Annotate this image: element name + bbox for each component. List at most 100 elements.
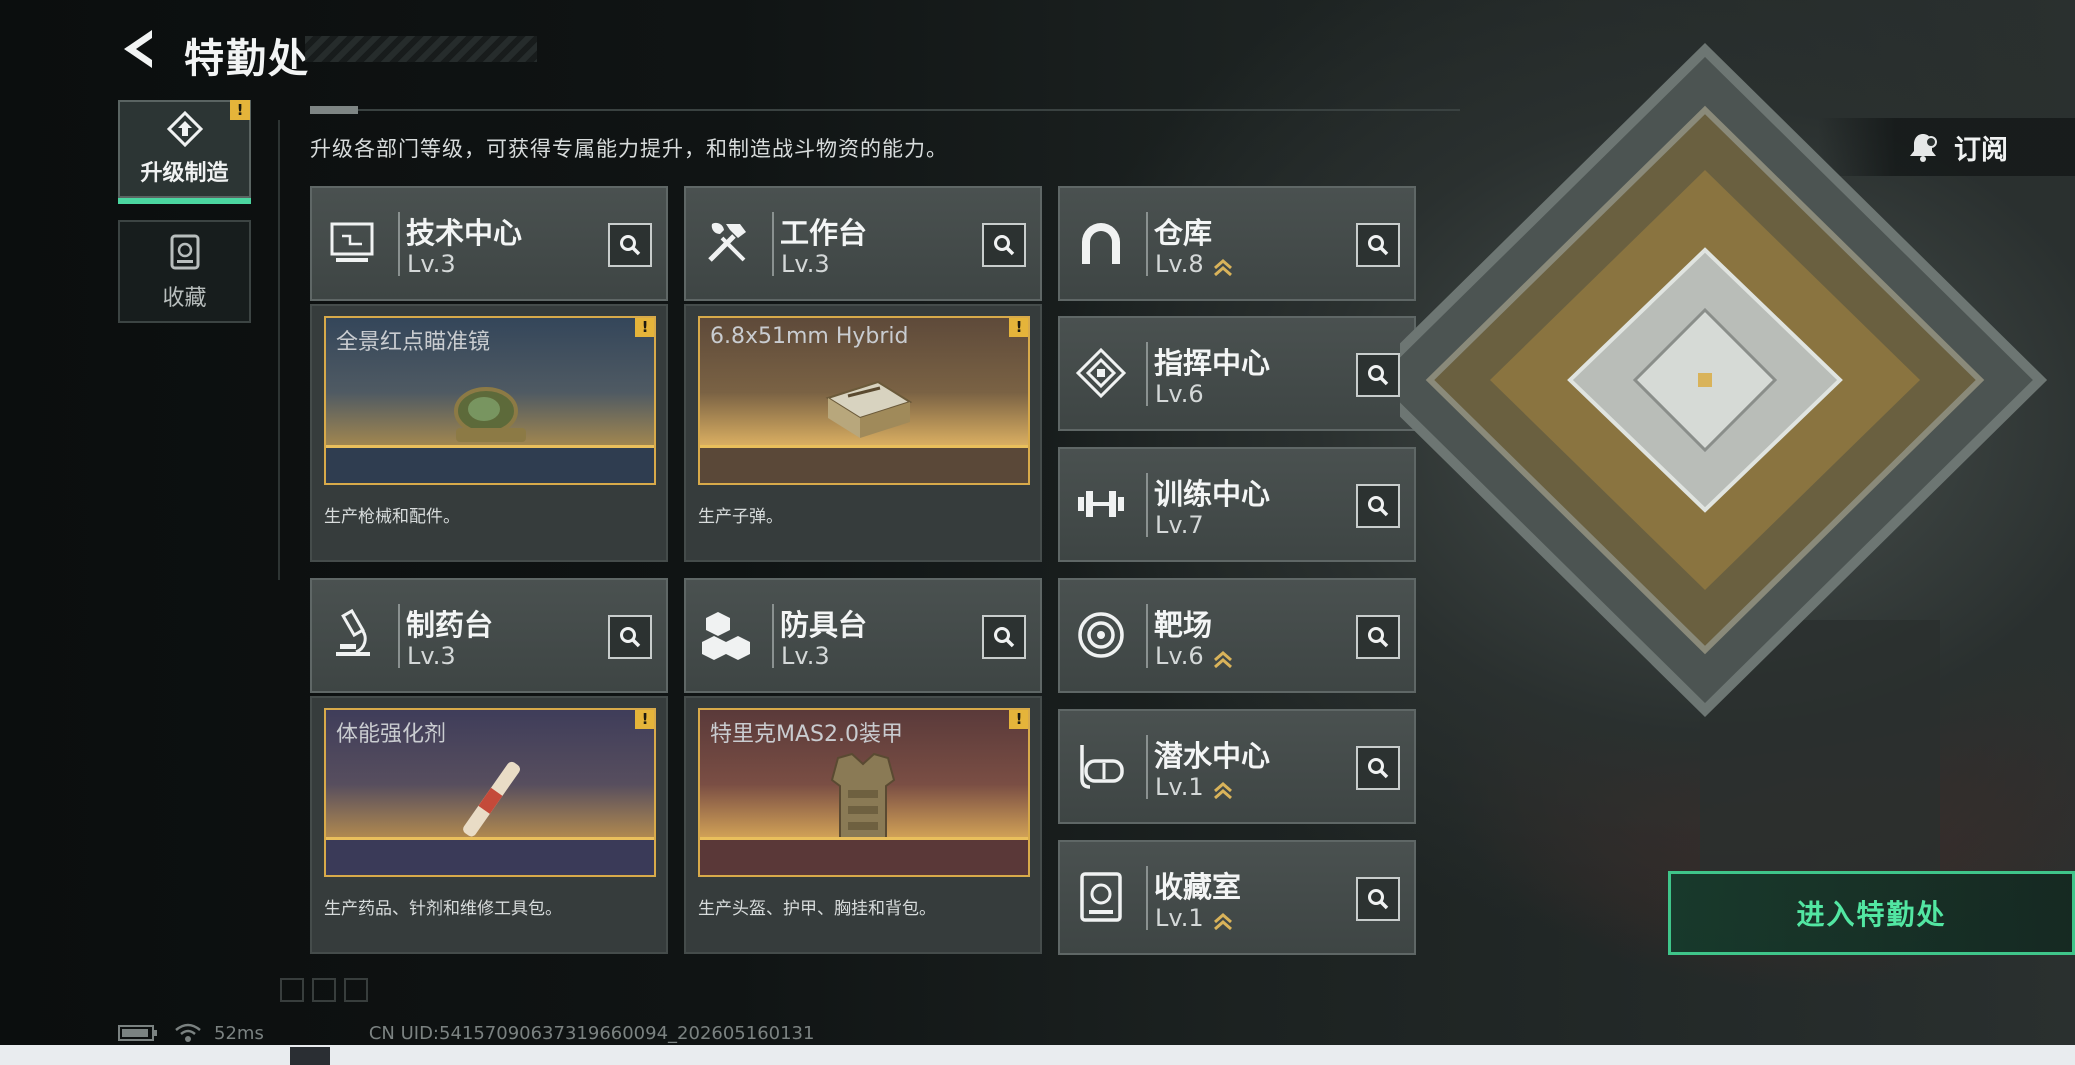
browser-bottom-bar bbox=[0, 1045, 2075, 1065]
user-uid: CN UID:541570906373196600​94_20260516013… bbox=[368, 1022, 815, 1044]
dept-level: Lv.3 bbox=[407, 250, 456, 278]
page-title: 特勤处 bbox=[184, 36, 310, 82]
cubes-icon bbox=[702, 612, 750, 660]
search-icon bbox=[1368, 758, 1389, 779]
card-divider bbox=[772, 604, 774, 668]
search-icon bbox=[1368, 496, 1389, 517]
search-icon bbox=[1368, 889, 1389, 910]
vault-scene-illustration bbox=[1400, 42, 2048, 870]
page-description: 升级各部门等级，可获得专属能力提升，和制造战斗物资的能力。 bbox=[310, 137, 948, 161]
card-divider bbox=[1146, 212, 1148, 276]
search-button[interactable] bbox=[608, 615, 652, 659]
facility-name: 潜水中心 bbox=[1154, 739, 1271, 773]
nav-alert-badge: ! bbox=[230, 100, 250, 120]
status-footer: 52ms CN UID:541570906373196600​94_202605… bbox=[118, 1022, 814, 1044]
footer-decoration bbox=[280, 978, 430, 1004]
card-divider bbox=[1146, 604, 1148, 668]
dept-product-panel[interactable]: 6.8x51mm Hybrid ! 生产子弹。 bbox=[684, 304, 1042, 562]
header-divider bbox=[310, 109, 1460, 111]
product-slot[interactable]: 全景红点瞄准镜 ! bbox=[324, 316, 656, 485]
vault-icon bbox=[1080, 872, 1122, 922]
title-decoration bbox=[305, 36, 537, 62]
facility-level: Lv.8 bbox=[1155, 250, 1204, 278]
header-divider-tick bbox=[310, 106, 358, 114]
dept-card-pharmacy[interactable]: 制药台 Lv.3 bbox=[310, 578, 668, 693]
search-button[interactable] bbox=[1356, 877, 1400, 921]
dept-card-workbench[interactable]: 工作台 Lv.3 bbox=[684, 186, 1042, 301]
facility-name: 靶场 bbox=[1154, 608, 1213, 642]
search-button[interactable] bbox=[1356, 615, 1400, 659]
search-icon bbox=[620, 627, 641, 648]
product-rarity-band bbox=[700, 837, 1028, 875]
search-button[interactable] bbox=[1356, 353, 1400, 397]
upgrade-chevron-icon bbox=[1214, 651, 1232, 669]
product-slot[interactable]: 特里克MAS2.0装甲 ! bbox=[698, 708, 1030, 877]
facility-name: 训练中心 bbox=[1154, 477, 1271, 511]
search-button[interactable] bbox=[982, 223, 1026, 267]
taskbar-tab[interactable] bbox=[290, 1047, 330, 1065]
nav-item-collection[interactable]: 收藏 bbox=[118, 220, 251, 323]
search-button[interactable] bbox=[1356, 746, 1400, 790]
product-alert-badge: ! bbox=[635, 318, 654, 337]
target-icon bbox=[1078, 612, 1124, 658]
search-button[interactable] bbox=[608, 223, 652, 267]
facility-level: Lv.1 bbox=[1155, 773, 1204, 801]
nav-item-label: 收藏 bbox=[162, 285, 207, 311]
back-arrow-icon[interactable] bbox=[118, 26, 160, 72]
product-alert-badge: ! bbox=[1009, 710, 1028, 729]
dept-card-tech-center[interactable]: 技术中心 Lv.3 bbox=[310, 186, 668, 301]
facility-card-collection-room[interactable]: 收藏室 Lv.1 bbox=[1058, 840, 1416, 955]
microscope-icon bbox=[336, 608, 370, 656]
product-description: 生产子弹。 bbox=[698, 507, 783, 527]
search-icon bbox=[994, 627, 1015, 648]
facility-card-shooting-range[interactable]: 靶场 Lv.6 bbox=[1058, 578, 1416, 693]
search-icon bbox=[994, 235, 1015, 256]
product-name: 6.8x51mm Hybrid bbox=[710, 324, 909, 349]
dept-card-armor-bench[interactable]: 防具台 Lv.3 bbox=[684, 578, 1042, 693]
search-icon bbox=[620, 235, 641, 256]
facility-card-warehouse[interactable]: 仓库 Lv.8 bbox=[1058, 186, 1416, 301]
product-alert-badge: ! bbox=[1009, 318, 1028, 337]
arch-icon bbox=[1082, 223, 1120, 264]
facility-level: Lv.1 bbox=[1155, 904, 1204, 932]
dept-product-panel[interactable]: 特里克MAS2.0装甲 ! 生产头盔、护甲、胸挂和背包。 bbox=[684, 696, 1042, 954]
search-button[interactable] bbox=[982, 615, 1026, 659]
search-icon bbox=[1368, 235, 1389, 256]
product-slot[interactable]: 体能强化剂 ! bbox=[324, 708, 656, 877]
ping-value: 52ms bbox=[214, 1022, 264, 1044]
product-rarity-band bbox=[326, 837, 654, 875]
red-dot-sight-icon bbox=[454, 387, 526, 442]
upgrade-craft-icon bbox=[166, 111, 203, 147]
dept-level: Lv.3 bbox=[781, 250, 830, 278]
upgrade-chevron-icon bbox=[1214, 913, 1232, 931]
card-divider bbox=[1146, 342, 1148, 406]
dept-product-panel[interactable]: 体能强化剂 ! 生产药品、针剂和维修工具包。 bbox=[310, 696, 668, 954]
facility-card-command-center[interactable]: 指挥中心 Lv.6 bbox=[1058, 316, 1416, 431]
battery-icon bbox=[118, 1025, 157, 1041]
facility-name: 仓库 bbox=[1154, 216, 1213, 250]
ammo-box-icon bbox=[825, 380, 913, 438]
facility-card-diving-center[interactable]: 潜水中心 Lv.1 bbox=[1058, 709, 1416, 824]
facility-level: Lv.6 bbox=[1155, 380, 1204, 408]
card-divider bbox=[1146, 473, 1148, 537]
nav-item-label: 升级制造 bbox=[140, 161, 229, 186]
wifi-icon bbox=[175, 1023, 201, 1042]
card-divider bbox=[772, 212, 774, 276]
facility-card-training-center[interactable]: 训练中心 Lv.7 bbox=[1058, 447, 1416, 562]
product-slot[interactable]: 6.8x51mm Hybrid ! bbox=[698, 316, 1030, 485]
dept-product-panel[interactable]: 全景红点瞄准镜 ! 生产枪械和配件。 bbox=[310, 304, 668, 562]
enter-special-ops-button[interactable]: 进入特勤处 bbox=[1668, 871, 2075, 955]
dept-level: Lv.3 bbox=[407, 642, 456, 670]
facility-name: 指挥中心 bbox=[1154, 346, 1271, 380]
diving-mask-icon bbox=[1080, 745, 1124, 789]
search-button[interactable] bbox=[1356, 223, 1400, 267]
dept-name: 工作台 bbox=[780, 216, 868, 250]
upgrade-chevron-icon bbox=[1214, 259, 1232, 277]
search-icon bbox=[1368, 365, 1389, 386]
facility-level: Lv.7 bbox=[1155, 511, 1204, 539]
product-alert-badge: ! bbox=[635, 710, 654, 729]
product-description: 生产药品、针剂和维修工具包。 bbox=[324, 899, 562, 919]
chip-icon bbox=[1075, 347, 1127, 399]
product-rarity-band bbox=[326, 445, 654, 483]
search-button[interactable] bbox=[1356, 484, 1400, 528]
